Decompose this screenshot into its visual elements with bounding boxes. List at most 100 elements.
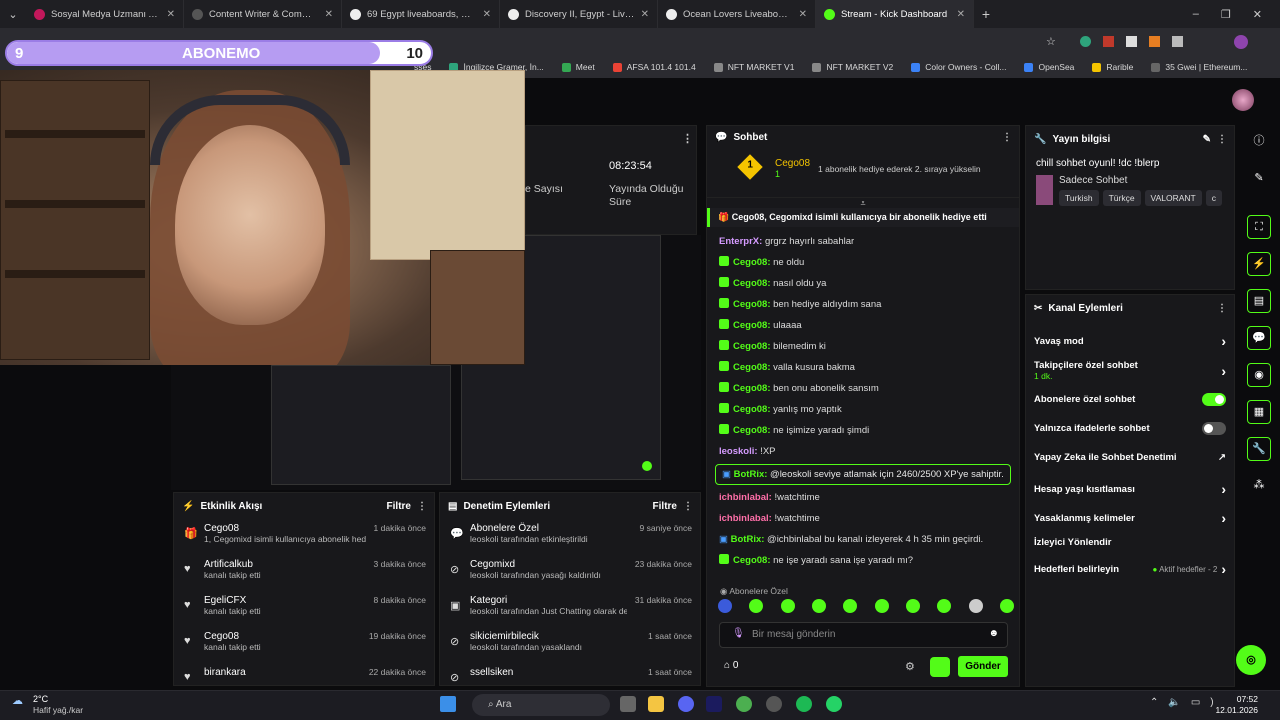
activity-user[interactable]: Cego08 xyxy=(204,631,361,642)
moderation-row[interactable]: ⊘ sikiciemirbilecik leoskoli tarafından ya… xyxy=(440,627,700,663)
account-age-row[interactable]: Hesap yaşı kısıtlaması › xyxy=(1026,481,1234,497)
bookmark-item[interactable]: NFT MARKET V1 xyxy=(713,62,794,72)
bolt-icon[interactable]: ⚡ xyxy=(1247,252,1271,276)
windows-start-icon[interactable] xyxy=(440,696,456,712)
emote-icon[interactable] xyxy=(905,599,920,613)
chat-username[interactable]: Cego08: xyxy=(733,362,770,373)
apps-icon[interactable]: ⁂ xyxy=(1247,474,1271,498)
emote-only-toggle[interactable] xyxy=(1202,422,1226,435)
chat-settings-icon[interactable]: ⚙ xyxy=(905,660,915,673)
stream-tag[interactable]: Türkçe xyxy=(1102,190,1141,206)
emote-icon[interactable] xyxy=(718,599,732,613)
activity-user[interactable]: birankara xyxy=(204,667,361,678)
activity-user[interactable]: Cego08 xyxy=(204,523,366,534)
chrome-icon[interactable] xyxy=(736,696,752,712)
chat-username[interactable]: Cego08: xyxy=(733,278,770,289)
tab-close-icon[interactable]: ✕ xyxy=(167,9,175,20)
browser-tab[interactable]: Ocean Lovers Liveaboard, Egypt ✕ xyxy=(658,0,816,28)
emote-icon[interactable] xyxy=(749,599,764,613)
chat-username[interactable]: ichbinlabal: xyxy=(719,492,772,503)
banned-words-row[interactable]: Yasaklanmış kelimeler › xyxy=(1026,510,1234,526)
chat-username[interactable]: leoskoli: xyxy=(719,446,758,457)
tab-close-icon[interactable]: ✕ xyxy=(483,9,491,20)
moderation-filter-button[interactable]: Filtre xyxy=(653,501,677,512)
activity-user[interactable]: Artificalkub xyxy=(204,559,366,570)
activity-filter-button[interactable]: Filtre xyxy=(387,501,411,512)
subs-only-toggle[interactable] xyxy=(1202,393,1226,406)
activity-user[interactable]: EgeliCFX xyxy=(204,595,366,606)
chat-username[interactable]: BotRix: xyxy=(734,469,768,480)
new-tab-button[interactable]: + xyxy=(974,6,998,22)
emote-icon[interactable] xyxy=(811,599,826,613)
support-icon[interactable]: ◎ xyxy=(1236,645,1266,675)
emote-icon[interactable] xyxy=(968,599,983,613)
bookmark-item[interactable]: Meet xyxy=(561,62,595,72)
browser-tab[interactable]: Discovery II, Egypt - LiveAboard ✕ xyxy=(500,0,658,28)
chat-bubble-icon[interactable]: 💬 xyxy=(1247,326,1271,350)
wrench-icon[interactable]: 🔧 xyxy=(1247,437,1271,461)
emote-icon[interactable] xyxy=(937,599,952,613)
file-explorer-icon[interactable] xyxy=(648,696,664,712)
layout-icon[interactable]: ▦ xyxy=(1247,400,1271,424)
send-button[interactable]: Gönder xyxy=(958,656,1008,677)
emote-icon[interactable] xyxy=(999,599,1014,613)
chat-username[interactable]: Cego08: xyxy=(733,555,770,566)
chat-input[interactable]: 🎙 Bir mesaj gönderin ☻ xyxy=(719,622,1008,648)
bot-icon[interactable] xyxy=(930,657,950,677)
chat-username[interactable]: Cego08: xyxy=(733,425,770,436)
activity-row[interactable]: 🎁 Cego08 1, Cegomixd isimli kullanıcıya ab… xyxy=(174,519,434,555)
browser-tab[interactable]: Sosyal Medya Uzmanı Aranıyor ✕ xyxy=(26,0,184,28)
bookmark-item[interactable]: NFT MARKET V2 xyxy=(812,62,893,72)
window-controls[interactable]: – ❐ ✕ xyxy=(1193,8,1280,21)
browser-tab[interactable]: 69 Egypt liveaboards, May 2026 ✕ xyxy=(342,0,500,28)
taskbar-search[interactable]: ⌕ Ara xyxy=(472,694,610,716)
pencil-icon[interactable]: ✎ xyxy=(1247,167,1271,191)
bookmark-item[interactable]: Rarible xyxy=(1092,62,1133,72)
browser-tab[interactable]: Stream - Kick Dashboard ✕ xyxy=(816,0,974,28)
emote-icon[interactable] xyxy=(843,599,858,613)
moderation-row[interactable]: ⊘ Cegomixd leoskoli tarafından yasağı kald… xyxy=(440,555,700,591)
activity-row[interactable]: ♥ EgeliCFX kanalı takip etti 8 dakika önce xyxy=(174,591,434,627)
premiere-icon[interactable] xyxy=(706,696,722,712)
activity-row[interactable]: ♥ Artificalkub kanalı takip etti 3 dakika ö… xyxy=(174,555,434,591)
tab-close-icon[interactable]: ✕ xyxy=(957,9,965,20)
spotify-icon[interactable] xyxy=(796,696,812,712)
points-display[interactable]: ⌂ 0 xyxy=(724,660,738,671)
chat-username[interactable]: Cego08: xyxy=(733,404,770,415)
chat-username[interactable]: Cego08: xyxy=(733,341,770,352)
emote-icon[interactable] xyxy=(874,599,889,613)
document-icon[interactable]: ▤ xyxy=(1247,289,1271,313)
tab-close-icon[interactable]: ✕ xyxy=(325,9,333,20)
tab-menu-button[interactable]: ⌄ xyxy=(0,8,26,21)
tab-close-icon[interactable]: ✕ xyxy=(641,9,649,20)
fullscreen-icon[interactable]: ⛶ xyxy=(1247,215,1271,239)
close-icon[interactable]: ✕ xyxy=(1253,8,1262,21)
ai-moderation-row[interactable]: Yapay Zeka ile Sohbet Denetimi ↗ xyxy=(1026,452,1234,463)
raid-row[interactable]: İzleyici Yönlendir xyxy=(1026,537,1234,548)
mic-icon[interactable]: 🎙 xyxy=(732,628,745,639)
steam-icon[interactable] xyxy=(766,696,782,712)
chat-username[interactable]: Cego08: xyxy=(733,320,770,331)
extensions-area[interactable] xyxy=(1080,36,1183,47)
chat-username[interactable]: ichbinlabal: xyxy=(719,513,772,524)
stream-tag[interactable]: VALORANT xyxy=(1144,190,1202,206)
moderation-menu-icon[interactable]: ⋮ xyxy=(683,501,693,512)
followers-only-row[interactable]: Takipçilere özel sohbet 1 dk. › xyxy=(1026,360,1234,381)
bookmark-item[interactable]: Color Owners - Coll... xyxy=(911,62,1006,72)
minimize-icon[interactable]: – xyxy=(1193,8,1199,21)
bookmark-item[interactable]: AFSA 101.4 101.4 xyxy=(612,62,696,72)
stream-tag[interactable]: c xyxy=(1205,190,1222,206)
moderation-row[interactable]: 💬 Abonelere Özel leoskoli tarafından etkin… xyxy=(440,519,700,555)
info-icon[interactable]: ⓘ xyxy=(1247,130,1271,154)
chat-username[interactable]: Cego08: xyxy=(733,299,770,310)
chat-menu-icon[interactable]: ⋮ xyxy=(1002,132,1012,143)
weather-icon[interactable]: ☁ xyxy=(12,694,23,707)
chat-username[interactable]: BotRix: xyxy=(731,534,765,545)
chat-username[interactable]: Cego08: xyxy=(733,383,770,394)
bookmark-star-icon[interactable]: ☆ xyxy=(1046,35,1056,48)
whatsapp-icon[interactable] xyxy=(826,696,842,712)
slow-mode-row[interactable]: Yavaş mod › xyxy=(1026,333,1234,349)
stats-menu-icon[interactable]: ⋮ xyxy=(682,132,693,145)
channel-menu-icon[interactable]: ⋮ xyxy=(1217,303,1227,314)
activity-row[interactable]: ♥ Cego08 kanalı takip etti 19 dakika önce xyxy=(174,627,434,663)
